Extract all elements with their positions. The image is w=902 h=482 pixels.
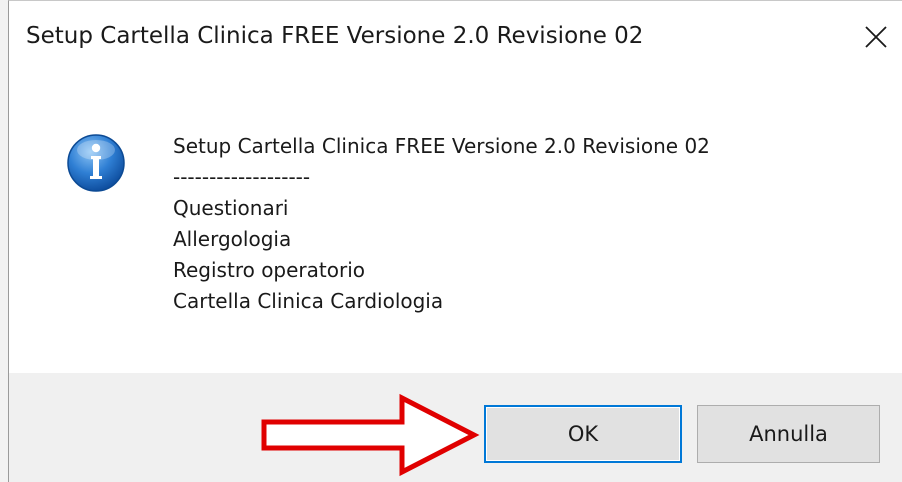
message-text: Setup Cartella Clinica FREE Versione 2.0… xyxy=(173,131,710,317)
message-line-cardiologia: Cartella Clinica Cardiologia xyxy=(173,289,444,313)
message-area: Setup Cartella Clinica FREE Versione 2.0… xyxy=(9,83,902,373)
message-line-separator: ------------------- xyxy=(173,165,311,189)
dialog-title: Setup Cartella Clinica FREE Versione 2.0… xyxy=(26,23,644,49)
message-line-title: Setup Cartella Clinica FREE Versione 2.0… xyxy=(173,134,710,158)
close-icon xyxy=(865,26,887,48)
message-line-questionari: Questionari xyxy=(173,196,289,220)
cancel-button[interactable]: Annulla xyxy=(697,405,880,463)
red-arrow-icon xyxy=(261,393,480,477)
title-bar: Setup Cartella Clinica FREE Versione 2.0… xyxy=(9,1,902,83)
background-window-edge xyxy=(0,0,8,482)
message-line-registro: Registro operatorio xyxy=(173,258,366,282)
close-button[interactable] xyxy=(856,17,896,57)
info-icon xyxy=(67,134,125,192)
message-line-allergologia: Allergologia xyxy=(173,227,292,251)
ok-button[interactable]: OK xyxy=(484,405,682,463)
